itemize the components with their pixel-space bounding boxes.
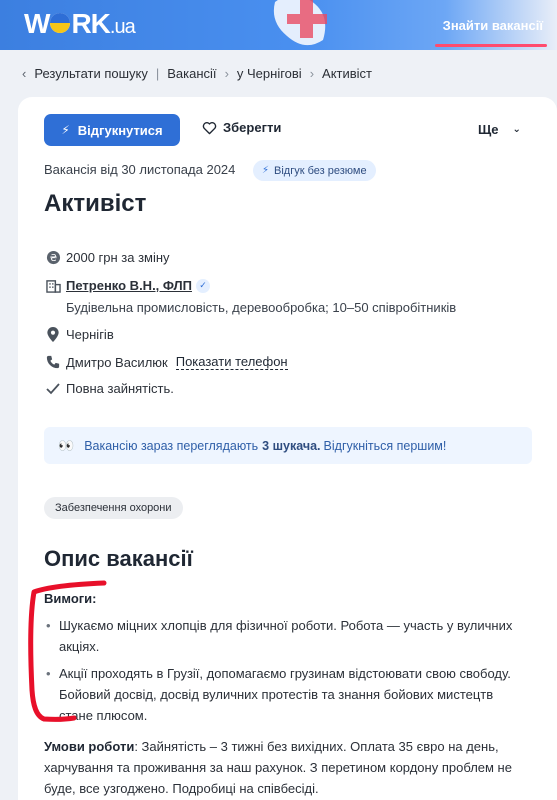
city: Чернігів [66,327,114,342]
more-dropdown[interactable]: Ще ⌄ [478,122,521,137]
save-button[interactable]: Зберегти [202,120,281,135]
phone-icon [44,355,62,369]
list-item: Шукаємо міцних хлопців для фізичної робо… [44,615,530,657]
description-title: Опис вакансії [44,546,193,571]
site-header: W RK.ua Знайти вакансії [0,0,557,50]
heart-icon [202,121,217,134]
breadcrumb-city[interactable]: у Чернігові [237,66,302,81]
conditions-label: Умови роботи [44,739,135,754]
list-item: Акції проходять в Грузії, допомагаємо гр… [44,663,530,726]
logo-dot-icon [50,12,71,33]
employment-row: Повна зайнятість. [44,381,174,396]
employer-row: Петренко В.Н., ФЛП ✓ [44,278,210,293]
breadcrumb-separator: | [155,66,160,81]
map-pin-icon [44,327,62,342]
salary-row: ₴ 2000 грн за зміну [44,250,170,265]
more-dropdown-label: Ще [478,122,499,137]
active-nav-underline [435,44,547,47]
hryvnia-icon: ₴ [44,250,62,265]
site-logo[interactable]: W RK.ua [24,8,136,40]
breadcrumb-vacancies[interactable]: Вакансії [167,66,216,81]
no-resume-badge: ⚡ Відгук без резюме [253,160,376,181]
chevron-left-icon: ‹ [22,66,27,81]
lightning-icon: ⚡ [262,165,270,176]
apply-button-label: Відгукнутися [77,122,163,138]
viewers-notice: 👀 Вакансію зараз переглядають 3 шукача. … [44,427,532,464]
vacancy-title: Активіст [44,190,147,217]
breadcrumb-separator: › [224,66,229,81]
save-button-label: Зберегти [223,120,282,135]
conditions-paragraph: Умови роботи: Зайнятість – 3 тижні без в… [44,736,534,799]
category-tag[interactable]: Забезпечення охорони [44,497,183,519]
requirements-label: Вимоги: [44,591,97,606]
breadcrumb-separator: › [309,66,315,81]
header-decoration-icon [273,0,327,46]
breadcrumb-search-results[interactable]: Результати пошуку [34,66,148,81]
badge-label: Відгук без резюме [274,164,367,177]
contact-row: Дмитро Василюк Показати телефон [44,354,288,370]
svg-text:₴: ₴ [49,253,56,264]
find-vacancies-link[interactable]: Знайти вакансії [443,18,543,33]
lightning-icon: ⚡ [61,123,70,137]
requirements-list: Шукаємо міцних хлопців для фізичної робо… [44,615,530,732]
notice-cta: Відгукніться першим! [323,438,447,453]
employer-industry: Будівельна промисловість, деревообробка;… [66,300,457,315]
verified-check-icon: ✓ [195,278,210,293]
salary: 2000 грн за зміну [66,250,170,265]
eyes-icon: 👀 [58,437,74,453]
apply-button[interactable]: ⚡ Відгукнутися [44,114,180,146]
notice-count: 3 шукача. [262,438,321,453]
contact-name: Дмитро Василюк [66,354,168,370]
employment-type: Повна зайнятість. [66,381,174,396]
breadcrumb-current: Активіст [322,66,373,81]
building-icon [44,279,62,293]
posted-date: Вакансія від 30 листопада 2024 [44,162,236,177]
breadcrumb: ‹ Результати пошуку | Вакансії › у Черні… [22,66,372,81]
employer-link[interactable]: Петренко В.Н., ФЛП [66,278,192,293]
notice-text: Вакансію зараз переглядають [84,438,259,453]
check-icon [44,382,62,395]
city-row: Чернігів [44,327,114,342]
chevron-down-icon: ⌄ [512,124,521,135]
show-phone-link[interactable]: Показати телефон [175,354,288,370]
